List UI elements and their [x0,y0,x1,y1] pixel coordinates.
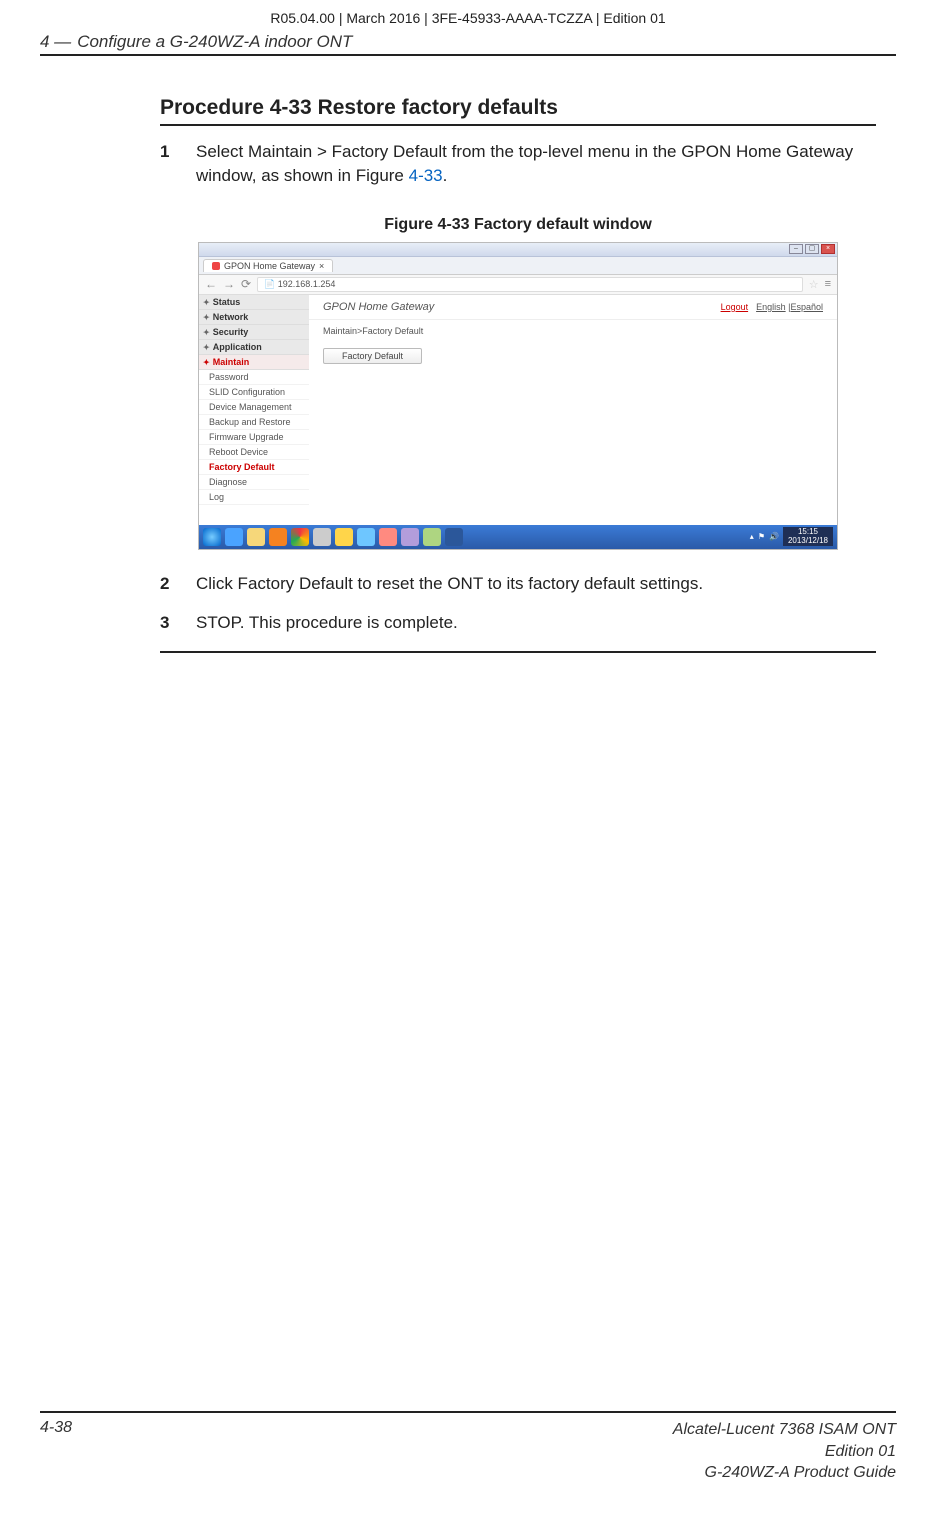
explorer-icon[interactable] [247,528,265,546]
sidebar-sub-password[interactable]: Password [199,370,309,385]
breadcrumb: Maintain>Factory Default [309,320,837,348]
footer-rule [40,1411,896,1413]
page-title: GPON Home Gateway [323,301,434,313]
chapter-title: Configure a G-240WZ-A indoor ONT [77,32,352,52]
app-icon[interactable] [313,528,331,546]
forward-icon[interactable]: → [223,277,235,291]
step-number: 1 [160,140,196,188]
sidebar-sub-reboot[interactable]: Reboot Device [199,445,309,460]
back-icon[interactable]: ← [205,277,217,291]
step-number: 3 [160,611,196,635]
reload-icon[interactable]: ⟳ [241,277,251,291]
ie-icon[interactable] [225,528,243,546]
sidebar-item-network[interactable]: Network [199,310,309,325]
system-tray: ▴ ⚑ 🔊 15:15 2013/12/18 [750,527,833,547]
app-icon[interactable] [357,528,375,546]
main-panel: GPON Home Gateway Logout English |Españo… [309,295,837,525]
sidebar-sub-backup[interactable]: Backup and Restore [199,415,309,430]
step-text: Select Maintain > Factory Default from t… [196,140,876,188]
word-icon[interactable] [445,528,463,546]
browser-tab[interactable]: GPON Home Gateway × [203,259,333,272]
step-item: 3 STOP. This procedure is complete. [160,611,876,635]
factory-default-button[interactable]: Factory Default [323,348,422,364]
app-icon[interactable] [335,528,353,546]
tray-icon[interactable]: ⚑ [758,532,765,541]
lang-english[interactable]: English [756,302,786,312]
window-controls: – ▢ × [789,244,835,254]
logout-link[interactable]: Logout [721,302,749,312]
window-titlebar: – ▢ × [199,243,837,257]
doc-meta-line: R05.04.00 | March 2016 | 3FE-45933-AAAA-… [0,0,936,32]
browser-tabbar: GPON Home Gateway × [199,257,837,275]
bookmark-icon[interactable]: ☆ [809,278,819,291]
close-icon[interactable]: × [821,244,835,254]
footer-product: Alcatel-Lucent 7368 ISAM ONT [673,1419,896,1441]
chapter-number: 4 — [40,32,71,52]
footer-guide: G-240WZ-A Product Guide [673,1462,896,1484]
taskbar-clock[interactable]: 15:15 2013/12/18 [783,527,833,547]
tab-close-icon[interactable]: × [319,261,324,271]
sidebar-sub-device-mgmt[interactable]: Device Management [199,400,309,415]
figure-screenshot: – ▢ × GPON Home Gateway × ← → ⟳ 📄 192.16… [198,242,838,550]
procedure-end-rule [160,651,876,653]
app-icon[interactable] [423,528,441,546]
taskbar-icons [203,528,463,546]
tray-icon[interactable]: 🔊 [769,532,779,541]
sidebar-item-security[interactable]: Security [199,325,309,340]
sidebar-sub-diagnose[interactable]: Diagnose [199,475,309,490]
procedure-rule [160,124,876,126]
firefox-icon[interactable] [269,528,287,546]
figure-link[interactable]: 4-33 [409,166,443,185]
figure-caption: Figure 4-33 Factory default window [160,216,876,234]
sidebar-item-maintain[interactable]: Maintain [199,355,309,370]
sidebar-item-application[interactable]: Application [199,340,309,355]
lang-espanol[interactable]: Español [790,302,823,312]
step-item: 1 Select Maintain > Factory Default from… [160,140,876,188]
tab-title: GPON Home Gateway [224,261,315,271]
start-icon[interactable] [203,528,221,546]
step-text: Click Factory Default to reset the ONT t… [196,572,876,596]
sidebar-item-status[interactable]: Status [199,295,309,310]
favicon-icon [212,262,220,270]
url-input[interactable]: 📄 192.168.1.254 [257,277,803,292]
maximize-icon[interactable]: ▢ [805,244,819,254]
procedure-title: Procedure 4-33 Restore factory defaults [160,96,876,120]
tray-icon[interactable]: ▴ [750,532,754,541]
step-number: 2 [160,572,196,596]
sidebar-sub-firmware[interactable]: Firmware Upgrade [199,430,309,445]
address-bar: ← → ⟳ 📄 192.168.1.254 ☆ ≡ [199,275,837,295]
language-links: English |Español [756,302,823,312]
page-footer: 4-38 Alcatel-Lucent 7368 ISAM ONT Editio… [40,1411,896,1484]
sidebar-sub-factory-default[interactable]: Factory Default [199,460,309,475]
step-item: 2 Click Factory Default to reset the ONT… [160,572,876,596]
page-header: GPON Home Gateway Logout English |Españo… [309,295,837,320]
page-number: 4-38 [40,1419,72,1484]
chrome-icon[interactable] [291,528,309,546]
sidebar-sub-slid[interactable]: SLID Configuration [199,385,309,400]
footer-edition: Edition 01 [673,1441,896,1463]
menu-icon[interactable]: ≡ [825,278,831,290]
sidebar-sub-log[interactable]: Log [199,490,309,505]
taskbar: ▴ ⚑ 🔊 15:15 2013/12/18 [199,525,837,549]
step-text: STOP. This procedure is complete. [196,611,876,635]
sidebar: Status Network Security Application Main… [199,295,309,525]
app-icon[interactable] [401,528,419,546]
minimize-icon[interactable]: – [789,244,803,254]
app-icon[interactable] [379,528,397,546]
running-header: 4 — Configure a G-240WZ-A indoor ONT [0,32,936,54]
